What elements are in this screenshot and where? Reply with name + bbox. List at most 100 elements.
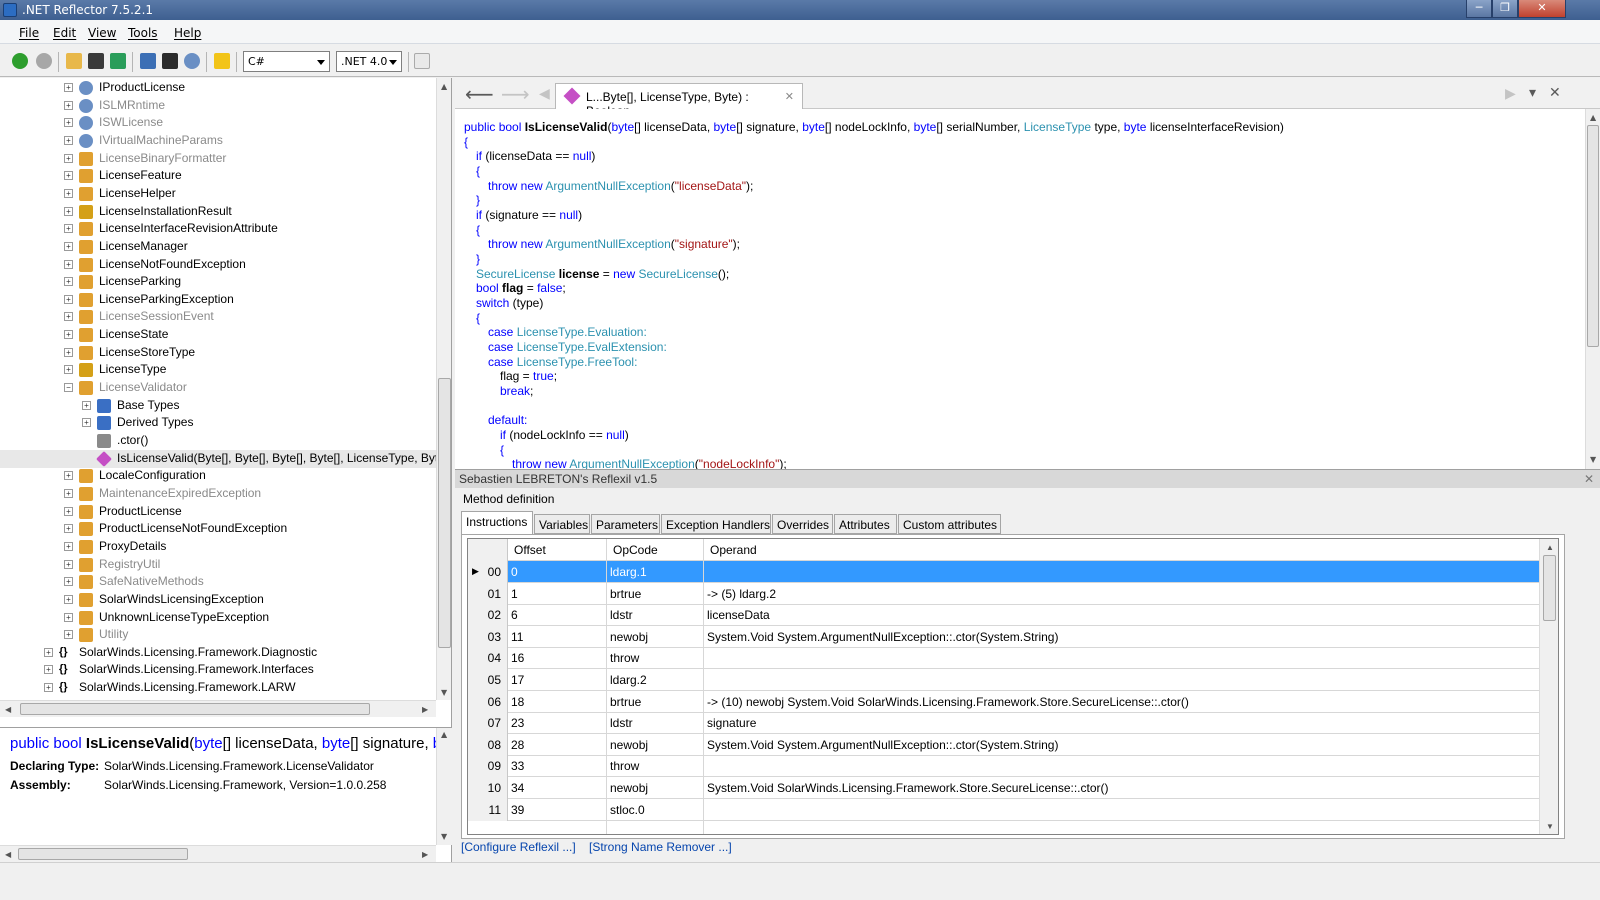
declaring-type-value[interactable]: SolarWinds.Licensing.Framework.LicenseVa… [104, 759, 374, 773]
collapse-toggle-icon[interactable]: − [64, 383, 73, 393]
bookmark-star-icon[interactable] [214, 53, 230, 69]
assembly-value[interactable]: SolarWinds.Licensing.Framework, Version=… [104, 778, 386, 792]
cell-opcode[interactable]: newobj [610, 781, 648, 795]
disassembler-icon[interactable] [162, 53, 178, 69]
tree-node[interactable]: + SolarWindsLicensingException [0, 591, 436, 609]
row-index[interactable]: 08 [468, 733, 508, 756]
row-index[interactable]: 11 [468, 798, 508, 821]
expand-toggle-icon[interactable]: + [64, 83, 73, 92]
instruction-row[interactable]: 04 16 throw [468, 647, 1558, 670]
cell-offset[interactable]: 1 [511, 587, 518, 601]
grid-vscroll-thumb[interactable] [1543, 555, 1556, 621]
scroll-right-arrow-icon[interactable]: ▶ [422, 705, 428, 714]
tree-node[interactable]: + ISLMRntime [0, 97, 436, 115]
tree-node[interactable]: + {} SolarWinds.Licensing.Framework.LARW [0, 679, 436, 697]
instruction-row[interactable]: 10 34 newobj System.Void SolarWinds.Licensi… [468, 777, 1558, 799]
tree-node[interactable]: + LicenseBinaryFormatter [0, 150, 436, 168]
expand-toggle-icon[interactable]: + [64, 524, 73, 534]
expand-toggle-icon[interactable]: + [64, 241, 73, 251]
expand-toggle-icon[interactable]: + [64, 135, 73, 145]
row-index[interactable]: 04 [468, 647, 508, 670]
maximize-button[interactable]: ❐ [1492, 0, 1518, 18]
cell-offset[interactable]: 6 [511, 608, 518, 622]
expand-toggle-icon[interactable]: + [64, 488, 73, 498]
cell-opcode[interactable]: newobj [610, 630, 648, 644]
cell-opcode[interactable]: ldarg.1 [610, 565, 647, 579]
expand-toggle-icon[interactable]: + [82, 418, 91, 428]
code-view[interactable]: public bool IsLicenseValid(byte[] licens… [455, 109, 1585, 469]
menu-file[interactable]: File [19, 26, 39, 40]
expand-toggle-icon[interactable]: + [64, 118, 73, 128]
cell-opcode[interactable]: throw [610, 759, 639, 773]
tree-node[interactable]: + Base Types [0, 397, 436, 415]
expand-toggle-icon[interactable]: + [44, 647, 53, 657]
scroll-down-arrow-icon[interactable]: ▼ [441, 688, 447, 697]
refresh-icon[interactable] [110, 53, 126, 69]
tab-scroll-right-icon[interactable]: ▶ [1505, 86, 1516, 102]
strong-name-remover-link[interactable]: [Strong Name Remover ...] [589, 840, 732, 854]
row-index[interactable]: 06 [468, 690, 508, 713]
row-index[interactable]: 07 [468, 712, 508, 735]
expand-toggle-icon[interactable]: + [64, 188, 73, 198]
tree-node[interactable]: + LicenseInterfaceRevisionAttribute [0, 220, 436, 238]
menu-help[interactable]: Help [174, 26, 201, 40]
close-window-button[interactable]: ✕ [1518, 0, 1566, 18]
info-horizontal-scrollbar[interactable]: ◀ ▶ [0, 845, 436, 862]
grid-vertical-scrollbar[interactable]: ▲ ▼ [1539, 539, 1558, 834]
tree-node[interactable]: + IProductLicense [0, 79, 436, 97]
expand-toggle-icon[interactable]: + [64, 577, 73, 587]
instruction-row[interactable]: 07 23 ldstr signature [468, 712, 1558, 735]
expand-toggle-icon[interactable]: + [64, 330, 73, 340]
cell-offset[interactable]: 39 [511, 803, 524, 817]
tree-hscroll-thumb[interactable] [20, 703, 370, 715]
scroll-down-arrow-icon[interactable]: ▼ [1590, 455, 1596, 464]
tree-node[interactable]: + LocaleConfiguration [0, 467, 436, 485]
expand-toggle-icon[interactable]: + [82, 400, 91, 410]
tree-node[interactable]: + ProductLicenseNotFoundException [0, 520, 436, 538]
row-index[interactable]: 01 [468, 582, 508, 605]
tree-node[interactable]: + IVirtualMachineParams [0, 132, 436, 150]
instruction-row[interactable]: 01 1 brtrue -> (5) ldarg.2 [468, 582, 1558, 605]
info-vertical-scrollbar[interactable]: ▲ ▼ [436, 728, 452, 845]
scroll-up-arrow-icon[interactable]: ▲ [1546, 543, 1554, 552]
column-header-opcode[interactable]: OpCode [613, 543, 658, 557]
row-index[interactable]: 02 [468, 604, 508, 627]
cell-opcode[interactable]: throw [610, 651, 639, 665]
expand-toggle-icon[interactable]: + [64, 312, 73, 322]
tree-node[interactable]: + ProxyDetails [0, 538, 436, 556]
cell-offset[interactable]: 17 [511, 673, 524, 687]
scroll-up-arrow-icon[interactable]: ▲ [441, 730, 447, 739]
back-icon[interactable] [12, 53, 28, 69]
scroll-up-arrow-icon[interactable]: ▲ [1590, 113, 1596, 122]
menu-view[interactable]: View [88, 26, 116, 40]
save-icon[interactable] [88, 53, 104, 69]
instruction-row[interactable]: 08 28 newobj System.Void System.ArgumentNul… [468, 733, 1558, 756]
row-index[interactable]: 09 [468, 755, 508, 778]
row-index[interactable]: 03 [468, 625, 508, 648]
tab-variables[interactable]: Variables [534, 514, 590, 534]
tree-node[interactable]: + ProductLicense [0, 503, 436, 521]
tree-horizontal-scrollbar[interactable]: ◀ ▶ [0, 700, 436, 717]
expand-toggle-icon[interactable]: + [64, 471, 73, 481]
tab-instructions[interactable]: Instructions [461, 511, 533, 534]
tree-node[interactable]: IsLicenseValid(Byte[], Byte[], Byte[], B… [0, 449, 449, 468]
tree-node[interactable]: + LicenseManager [0, 238, 436, 256]
tree-node[interactable]: + Derived Types [0, 414, 436, 432]
tree-node[interactable]: + {} SolarWinds.Licensing.Framework.Interf… [0, 661, 436, 679]
cell-opcode[interactable]: brtrue [610, 587, 641, 601]
tree-node[interactable]: + LicenseNotFoundException [0, 256, 436, 274]
framework-select[interactable]: .NET 4.0 [336, 51, 402, 72]
tab-scroll-left-icon[interactable]: ◀ [539, 86, 550, 102]
tree-node[interactable]: + LicenseParkingException [0, 291, 436, 309]
expand-toggle-icon[interactable]: + [44, 665, 53, 675]
minimize-button[interactable]: ─ [1466, 0, 1492, 18]
cell-operand[interactable]: -> (10) newobj System.Void SolarWinds.Li… [707, 695, 1189, 709]
instruction-row[interactable]: 02 6 ldstr licenseData [468, 604, 1558, 627]
tree-node[interactable]: + ISWLicense [0, 114, 436, 132]
scroll-down-arrow-icon[interactable]: ▼ [441, 832, 447, 841]
scroll-left-arrow-icon[interactable]: ◀ [5, 850, 11, 859]
tree-node[interactable]: + LicenseState [0, 326, 436, 344]
expand-toggle-icon[interactable]: + [64, 171, 73, 181]
expand-toggle-icon[interactable]: + [64, 153, 73, 163]
tab-list-dropdown-icon[interactable]: ▾ [1529, 85, 1536, 101]
